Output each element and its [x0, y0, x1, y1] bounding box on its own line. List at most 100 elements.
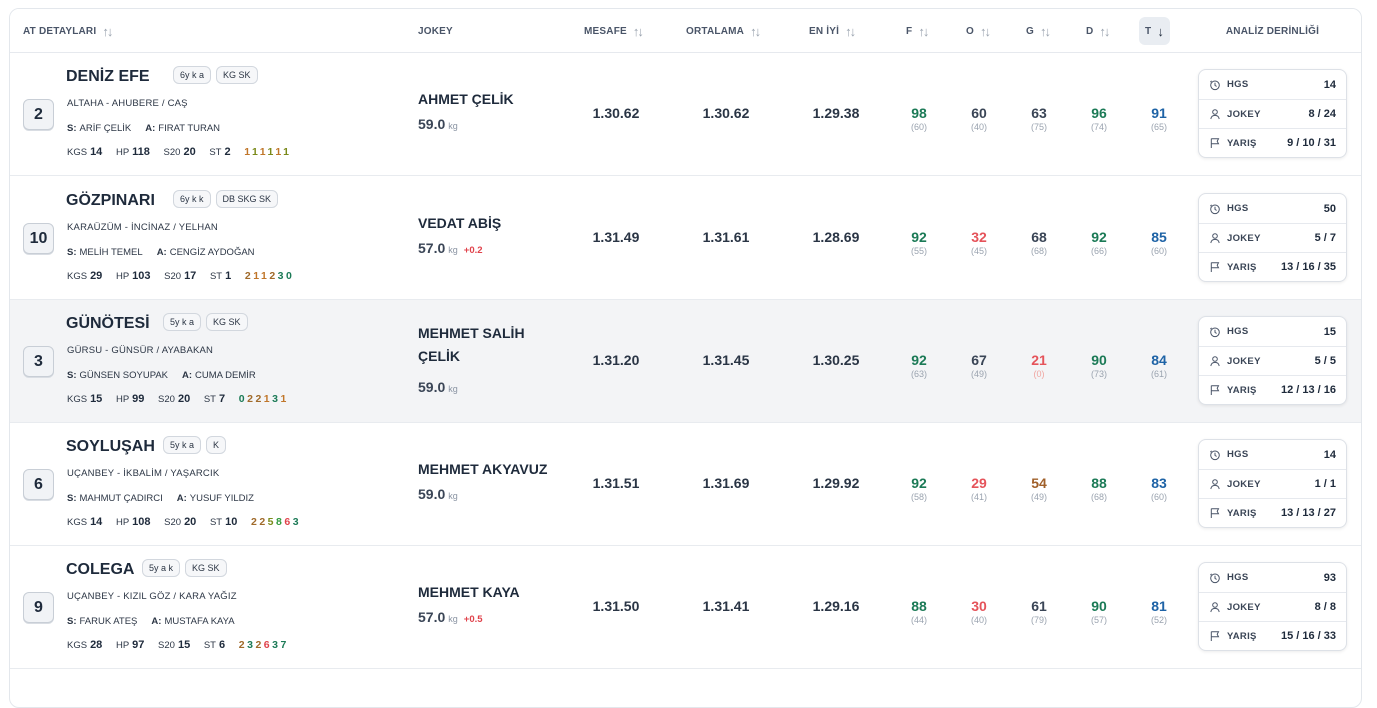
form-digit: 2: [255, 639, 264, 651]
st-label: ST: [203, 640, 216, 651]
hp-value: 97: [132, 639, 145, 651]
score-g-sub: (79): [1030, 615, 1047, 625]
analysis-card[interactable]: HGS 14 JOKEY 8 / 24 YARIŞ 9 / 10 / 31: [1198, 69, 1347, 158]
sire-prefix: S:: [67, 247, 77, 258]
yaris-value: 9 / 10 / 31: [1287, 137, 1336, 149]
horse-name[interactable]: COLEGA: [66, 561, 134, 579]
header-best[interactable]: EN İYİ ↑↓: [809, 9, 856, 53]
horse-name[interactable]: SOYLUŞAH: [66, 438, 155, 456]
header-horse-label: AT DETAYLARI: [23, 25, 97, 37]
distance-time: 1.30.62: [592, 105, 640, 121]
form-digit: 2: [255, 393, 264, 405]
table-row[interactable]: 9 COLEGA 5y a k KG SK UÇANBEY - KIZIL GÖZ…: [10, 546, 1361, 669]
form-digit: 0: [286, 270, 295, 282]
horse-tag: 6y k k: [173, 190, 211, 208]
weight-unit: kg: [448, 121, 458, 131]
st-value: 1: [225, 270, 232, 282]
analysis-card[interactable]: HGS 15 JOKEY 5 / 5 YARIŞ 12 / 13 / 16: [1198, 316, 1347, 405]
form-digit: 5: [267, 516, 277, 528]
kgs-value: 15: [90, 393, 103, 405]
score-f-sub: (60): [910, 122, 927, 132]
jockey-name[interactable]: MEHMET SALİH ÇELİK: [418, 322, 558, 368]
form-digit: 0: [238, 393, 248, 405]
form-digit: 1: [252, 146, 260, 158]
weight-value: 57.0: [418, 609, 446, 625]
s20-value: 20: [184, 516, 197, 528]
header-f-label: F: [906, 25, 913, 37]
horse-tag: 5y a k: [142, 559, 181, 577]
horse-tag: 5y k a: [163, 313, 202, 331]
trainer-name: FIRAT TURAN: [158, 123, 221, 134]
horse-name[interactable]: DENİZ EFE: [66, 68, 150, 86]
header-horse-details[interactable]: AT DETAYLARI ↑↓: [23, 9, 113, 53]
form-digit: 3: [292, 516, 302, 528]
hgs-label: HGS: [1227, 79, 1249, 90]
table-row[interactable]: 6 SOYLUŞAH 5y k aK UÇANBEY - İKBALİM / Y…: [10, 423, 1361, 546]
score-o-sub: (40): [970, 615, 987, 625]
score-d: 90 (57): [1079, 598, 1119, 626]
analysis-card[interactable]: HGS 50 JOKEY 5 / 7 YARIŞ 13 / 16 / 35: [1198, 193, 1347, 282]
header-distance[interactable]: MESAFE ↑↓: [584, 9, 644, 53]
average-time: 1.31.41: [702, 598, 750, 614]
trainer-prefix: A:: [151, 616, 162, 627]
score-d-sub: (66): [1090, 246, 1107, 256]
hgs-label: HGS: [1227, 326, 1249, 337]
table-header: AT DETAYLARI ↑↓ JOKEY MESAFE ↑↓ ORTALAMA…: [10, 9, 1361, 53]
header-d[interactable]: D ↑↓: [1086, 9, 1110, 53]
horse-name[interactable]: GÖZPINARI: [66, 192, 155, 210]
horse-name[interactable]: GÜNÖTESİ: [66, 315, 150, 333]
horse-number: 2: [23, 99, 54, 130]
jockey-name[interactable]: MEHMET KAYA: [418, 581, 558, 604]
jokey-value: 5 / 5: [1314, 355, 1336, 367]
hgs-value: 93: [1323, 571, 1336, 584]
table-row[interactable]: 10 GÖZPINARI 6y k k DB SKG SK KARAÜZÜM - …: [10, 177, 1361, 300]
header-t[interactable]: T ↓: [1139, 17, 1171, 45]
horse-pedigree: KARAÜZÜM - İNCİNAZ / YELHAN: [67, 222, 218, 233]
sire-name: FARUK ATEŞ: [79, 616, 138, 627]
form-digit: 1: [280, 393, 289, 405]
header-o[interactable]: O ↑↓: [966, 9, 991, 53]
horse-persons: S: MELİH TEMEL A: CENGİZ AYDOĞAN: [67, 247, 255, 258]
analysis-card[interactable]: HGS 93 JOKEY 8 / 8 YARIŞ 15 / 16 / 33: [1198, 562, 1347, 651]
jockey-weight: 59.0 kg: [418, 116, 464, 132]
analysis-jockey: JOKEY 1 / 1: [1199, 469, 1346, 498]
jockey-name[interactable]: MEHMET AKYAVUZ: [418, 458, 558, 481]
jockey-name[interactable]: AHMET ÇELİK: [418, 88, 558, 111]
yaris-label: YARIŞ: [1227, 137, 1257, 149]
history-icon: [1209, 79, 1221, 91]
jockey-name[interactable]: VEDAT ABİŞ: [418, 212, 558, 235]
trainer-prefix: A:: [176, 493, 187, 504]
hp-label: HP: [115, 640, 130, 651]
analysis-card[interactable]: HGS 14 JOKEY 1 / 1 YARIŞ 13 / 13 / 27: [1198, 439, 1347, 528]
table-row[interactable]: 2 DENİZ EFE 6y k a KG SK ALTAHA - AHUBERE…: [10, 53, 1361, 176]
yaris-label: YARIŞ: [1227, 261, 1257, 273]
average-time: 1.31.45: [702, 352, 750, 368]
form-digit: 2: [259, 516, 268, 528]
header-g-label: G: [1026, 25, 1034, 37]
table-row[interactable]: 3 GÜNÖTESİ 5y k a KG SK GÜRSU - GÜNSÜR / …: [10, 300, 1361, 423]
jockey-weight: 57.0 kg +0.5: [418, 609, 483, 625]
user-icon: [1209, 478, 1221, 490]
st-label: ST: [209, 517, 223, 528]
score-g-value: 61: [1031, 598, 1047, 614]
hgs-label: HGS: [1227, 572, 1249, 583]
weight-value: 57.0: [418, 240, 446, 256]
horse-stats: KGS 14 HP 108 S20 20 ST 10 225863: [67, 516, 301, 528]
st-value: 6: [218, 639, 226, 651]
hgs-value: 50: [1323, 202, 1336, 215]
kgs-label: KGS: [67, 517, 88, 528]
flag-icon: [1209, 630, 1221, 642]
trainer-name: YUSUF YILDIZ: [189, 493, 254, 504]
score-d: 92 (66): [1079, 229, 1119, 257]
header-f[interactable]: F ↑↓: [906, 9, 929, 53]
header-average[interactable]: ORTALAMA ↑↓: [686, 9, 761, 53]
distance-time: 1.31.51: [592, 475, 640, 491]
header-g[interactable]: G ↑↓: [1026, 9, 1051, 53]
yaris-value: 13 / 13 / 27: [1280, 507, 1336, 519]
score-g: 63 (75): [1019, 105, 1059, 133]
score-t-sub: (52): [1150, 615, 1167, 625]
form-digit: 1: [253, 270, 261, 282]
horse-stats: KGS 29 HP 103 S20 17 ST 1 211230: [67, 270, 294, 282]
distance-time: 1.31.49: [592, 229, 640, 245]
score-g-sub: (68): [1030, 246, 1047, 256]
